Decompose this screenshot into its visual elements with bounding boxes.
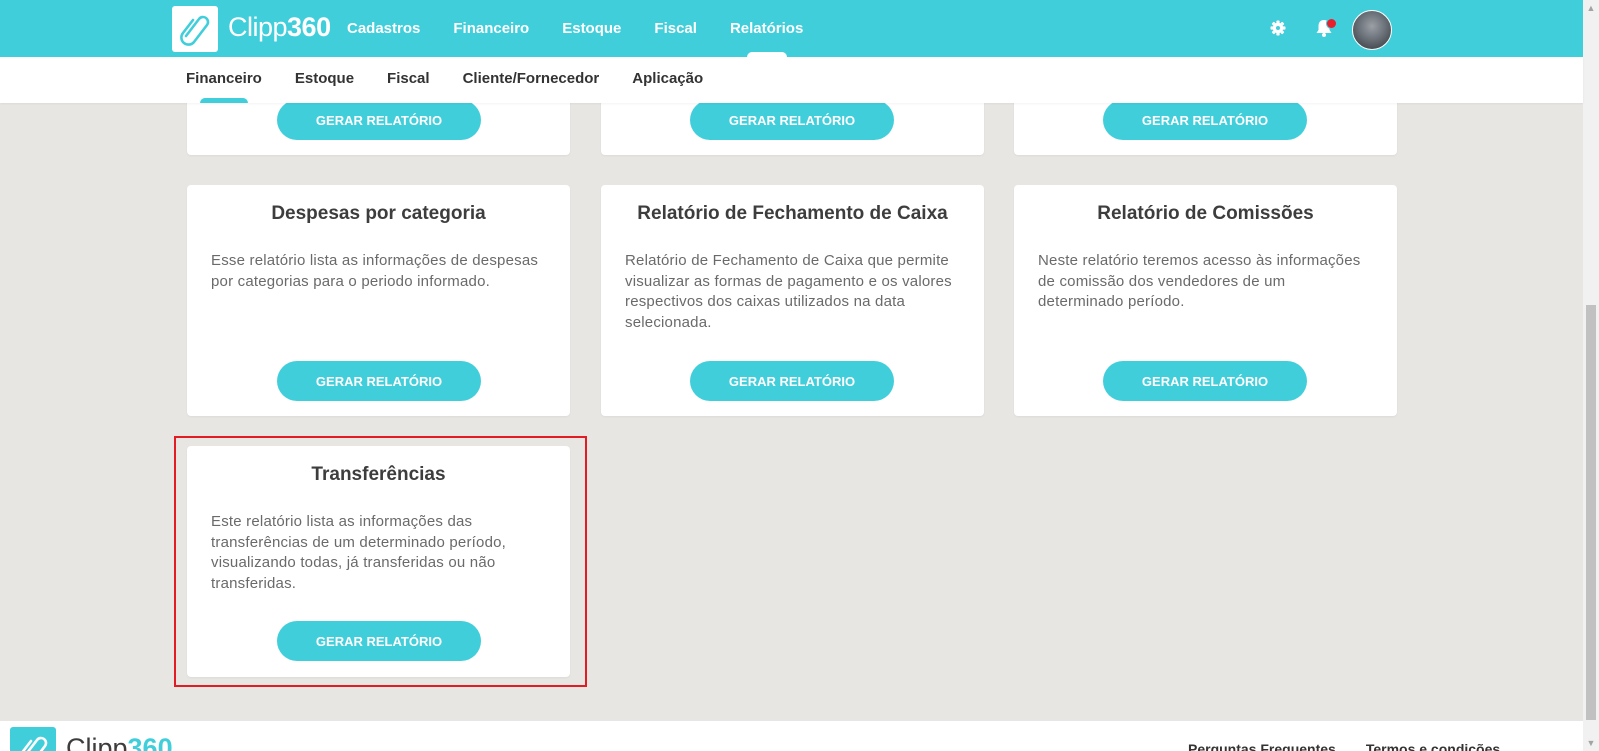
generate-report-button[interactable]: GERAR RELATÓRIO: [277, 621, 481, 661]
brand-name[interactable]: Clipp360: [228, 12, 331, 43]
generate-report-button[interactable]: GERAR RELATÓRIO: [277, 361, 481, 401]
nav-cadastros[interactable]: Cadastros: [347, 0, 420, 57]
subnav-aplicacao[interactable]: Aplicação: [632, 57, 703, 103]
subnav-financeiro[interactable]: Financeiro: [186, 57, 262, 103]
gear-icon[interactable]: [1268, 18, 1288, 38]
report-card-despesas: Despesas por categoria Esse relatório li…: [187, 185, 570, 416]
generate-report-button[interactable]: GERAR RELATÓRIO: [690, 361, 894, 401]
card-title: Relatório de Fechamento de Caixa: [637, 203, 948, 224]
subnav-estoque[interactable]: Estoque: [295, 57, 354, 103]
nav-financeiro[interactable]: Financeiro: [453, 0, 529, 57]
subnav-cliente-fornecedor[interactable]: Cliente/Fornecedor: [463, 57, 600, 103]
generate-report-button[interactable]: GERAR RELATÓRIO: [1103, 100, 1307, 140]
footer: Clipp360 Perguntas Frequentes Termos e c…: [0, 721, 1583, 751]
footer-brand-name: Clipp360: [66, 733, 173, 751]
nav-fiscal[interactable]: Fiscal: [654, 0, 697, 57]
card-description: Esse relatório lista as informações de d…: [211, 252, 539, 290]
generate-report-button[interactable]: GERAR RELATÓRIO: [690, 100, 894, 140]
card-description: Neste relatório teremos acesso às inform…: [1038, 252, 1361, 310]
sub-navbar: Financeiro Estoque Fiscal Cliente/Fornec…: [0, 57, 1583, 103]
nav-estoque[interactable]: Estoque: [562, 0, 621, 57]
card-title: Relatório de Comissões: [1097, 203, 1314, 224]
card-description: Relatório de Fechamento de Caixa que per…: [625, 252, 952, 331]
clipp-logo-icon[interactable]: [172, 6, 218, 52]
report-card-comissoes: Relatório de Comissões Neste relatório t…: [1014, 185, 1397, 416]
main-nav: Cadastros Financeiro Estoque Fiscal Rela…: [347, 0, 836, 57]
clipp-logo-icon: [10, 727, 56, 751]
vertical-scrollbar[interactable]: ▲ ▼: [1583, 0, 1599, 751]
card-description: Este relatório lista as informações das …: [211, 513, 507, 592]
card-title: Despesas por categoria: [271, 203, 486, 224]
subnav-fiscal[interactable]: Fiscal: [387, 57, 430, 103]
scroll-down-arrow-icon[interactable]: ▼: [1583, 735, 1599, 751]
nav-relatorios[interactable]: Relatórios: [730, 0, 803, 57]
report-card-transferencias: Transferências Este relatório lista as i…: [187, 446, 570, 677]
footer-links: Perguntas Frequentes Termos e condições: [1188, 741, 1530, 751]
notification-dot: [1326, 18, 1337, 29]
user-avatar[interactable]: [1352, 10, 1392, 50]
footer-link-faq[interactable]: Perguntas Frequentes: [1188, 741, 1336, 751]
generate-report-button[interactable]: GERAR RELATÓRIO: [277, 100, 481, 140]
generate-report-button[interactable]: GERAR RELATÓRIO: [1103, 361, 1307, 401]
scroll-thumb[interactable]: [1586, 305, 1596, 720]
scroll-up-arrow-icon[interactable]: ▲: [1583, 0, 1599, 16]
top-navbar: Clipp360 Cadastros Financeiro Estoque Fi…: [0, 0, 1583, 57]
card-title: Transferências: [311, 464, 446, 485]
report-card-fechamento-caixa: Relatório de Fechamento de Caixa Relatór…: [601, 185, 984, 416]
footer-link-terms[interactable]: Termos e condições: [1366, 741, 1500, 751]
sub-nav: Financeiro Estoque Fiscal Cliente/Fornec…: [186, 57, 736, 103]
